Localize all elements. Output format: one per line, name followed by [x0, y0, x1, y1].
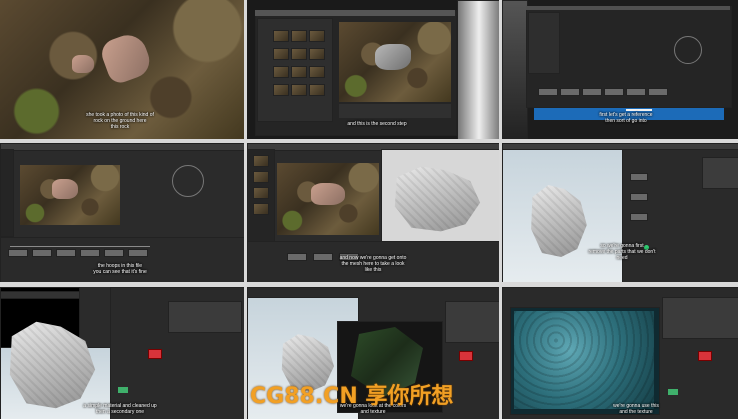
thumbnail[interactable]: [291, 48, 307, 60]
rock-image: [52, 179, 78, 199]
parameter-panel: [445, 301, 499, 343]
thumbnail[interactable]: [273, 66, 289, 78]
graph-node[interactable]: [56, 249, 76, 257]
timeline-node[interactable]: [648, 88, 668, 96]
textured-mesh: [514, 311, 654, 409]
timeline-node[interactable]: [626, 88, 646, 96]
graph-node[interactable]: [630, 213, 648, 221]
thumbnail[interactable]: [291, 30, 307, 42]
cell-node-graph-1: the hoops in this file you can see that …: [0, 143, 244, 282]
thumbnail[interactable]: [253, 155, 269, 167]
progress-indicator: [626, 109, 652, 111]
thumbnail[interactable]: [291, 84, 307, 96]
graph-node[interactable]: [128, 249, 148, 257]
thumbnail[interactable]: [309, 30, 325, 42]
timeline-node[interactable]: [582, 88, 602, 96]
cell-photogrammetry-setup: first let's get a reference then sort of…: [502, 0, 738, 139]
material-node-green[interactable]: [668, 389, 678, 395]
thumbnail-strip: [0, 149, 14, 237]
parameter-panel: [168, 301, 242, 333]
thumbnail[interactable]: [291, 66, 307, 78]
cell-forest-floor: she took a photo of this kind of rock on…: [0, 0, 244, 139]
graph-node[interactable]: [80, 249, 100, 257]
graph-node[interactable]: [630, 173, 648, 181]
material-node-red[interactable]: [459, 351, 473, 361]
timeline-node[interactable]: [538, 88, 558, 96]
subtitle: and now we're gonna get onto the mesh he…: [339, 255, 407, 273]
thumbnail[interactable]: [309, 48, 325, 60]
window-titlebar[interactable]: [255, 10, 455, 16]
window-titlebar[interactable]: [526, 6, 730, 10]
rock-image: [311, 183, 345, 205]
material-node-red[interactable]: [698, 351, 712, 361]
overlay-bar: [0, 291, 80, 299]
parameter-panel: [662, 297, 738, 339]
background-render: [457, 0, 499, 139]
small-rock: [72, 55, 94, 73]
parameter-panel: [702, 157, 738, 189]
subtitle: we're gonna use this and the texture: [613, 403, 659, 415]
cell-node-tree-large: a simple material and cleaned up then a …: [0, 287, 244, 419]
metadata-panel: [339, 104, 451, 118]
thumbnail[interactable]: [273, 48, 289, 60]
cell-mesh-preview: and now we're gonna get onto the mesh he…: [247, 143, 499, 282]
thumbnail[interactable]: [309, 84, 325, 96]
watermark: CG88.CN 享你所想: [250, 384, 454, 409]
subtitle: and this is the second step: [347, 121, 407, 127]
thumbnail[interactable]: [253, 187, 269, 199]
graph-node[interactable]: [32, 249, 52, 257]
timeline-node[interactable]: [604, 88, 624, 96]
thumbnail[interactable]: [273, 84, 289, 96]
material-node-green[interactable]: [118, 387, 128, 393]
thumbnail[interactable]: [253, 203, 269, 215]
cell-photo-browser: and this is the second step: [247, 0, 499, 139]
graph-node[interactable]: [287, 253, 307, 261]
viewport-gizmo[interactable]: [172, 165, 204, 197]
node-wire: [10, 246, 150, 247]
rock-preview: [375, 44, 411, 70]
subtitle: the hoops in this file you can see that …: [93, 263, 147, 275]
thumbnail[interactable]: [309, 66, 325, 78]
menu-bar[interactable]: [0, 143, 244, 151]
video-thumbnail-grid: she took a photo of this kind of rock on…: [0, 0, 738, 419]
graph-node[interactable]: [8, 249, 28, 257]
background-render: [502, 0, 528, 139]
subtitle: a simple material and cleaned up then a …: [83, 403, 157, 415]
timeline-node[interactable]: [560, 88, 580, 96]
cell-blue-texture: we're gonna use this and the texture: [502, 287, 738, 419]
side-panel: [528, 12, 560, 74]
viewport-gizmo[interactable]: [674, 36, 702, 64]
subtitle: she took a photo of this kind of rock on…: [86, 112, 154, 130]
thumbnail[interactable]: [273, 30, 289, 42]
graph-node[interactable]: [104, 249, 124, 257]
thumbnail[interactable]: [253, 171, 269, 183]
subtitle: first let's get a reference then sort of…: [599, 112, 653, 124]
graph-node[interactable]: [630, 193, 648, 201]
material-node-red[interactable]: [148, 349, 162, 359]
subtitle: so we're gonna first remove the parts th…: [588, 243, 656, 261]
cell-mesh-rotated: so we're gonna first remove the parts th…: [502, 143, 738, 282]
node-editor: [0, 237, 244, 282]
